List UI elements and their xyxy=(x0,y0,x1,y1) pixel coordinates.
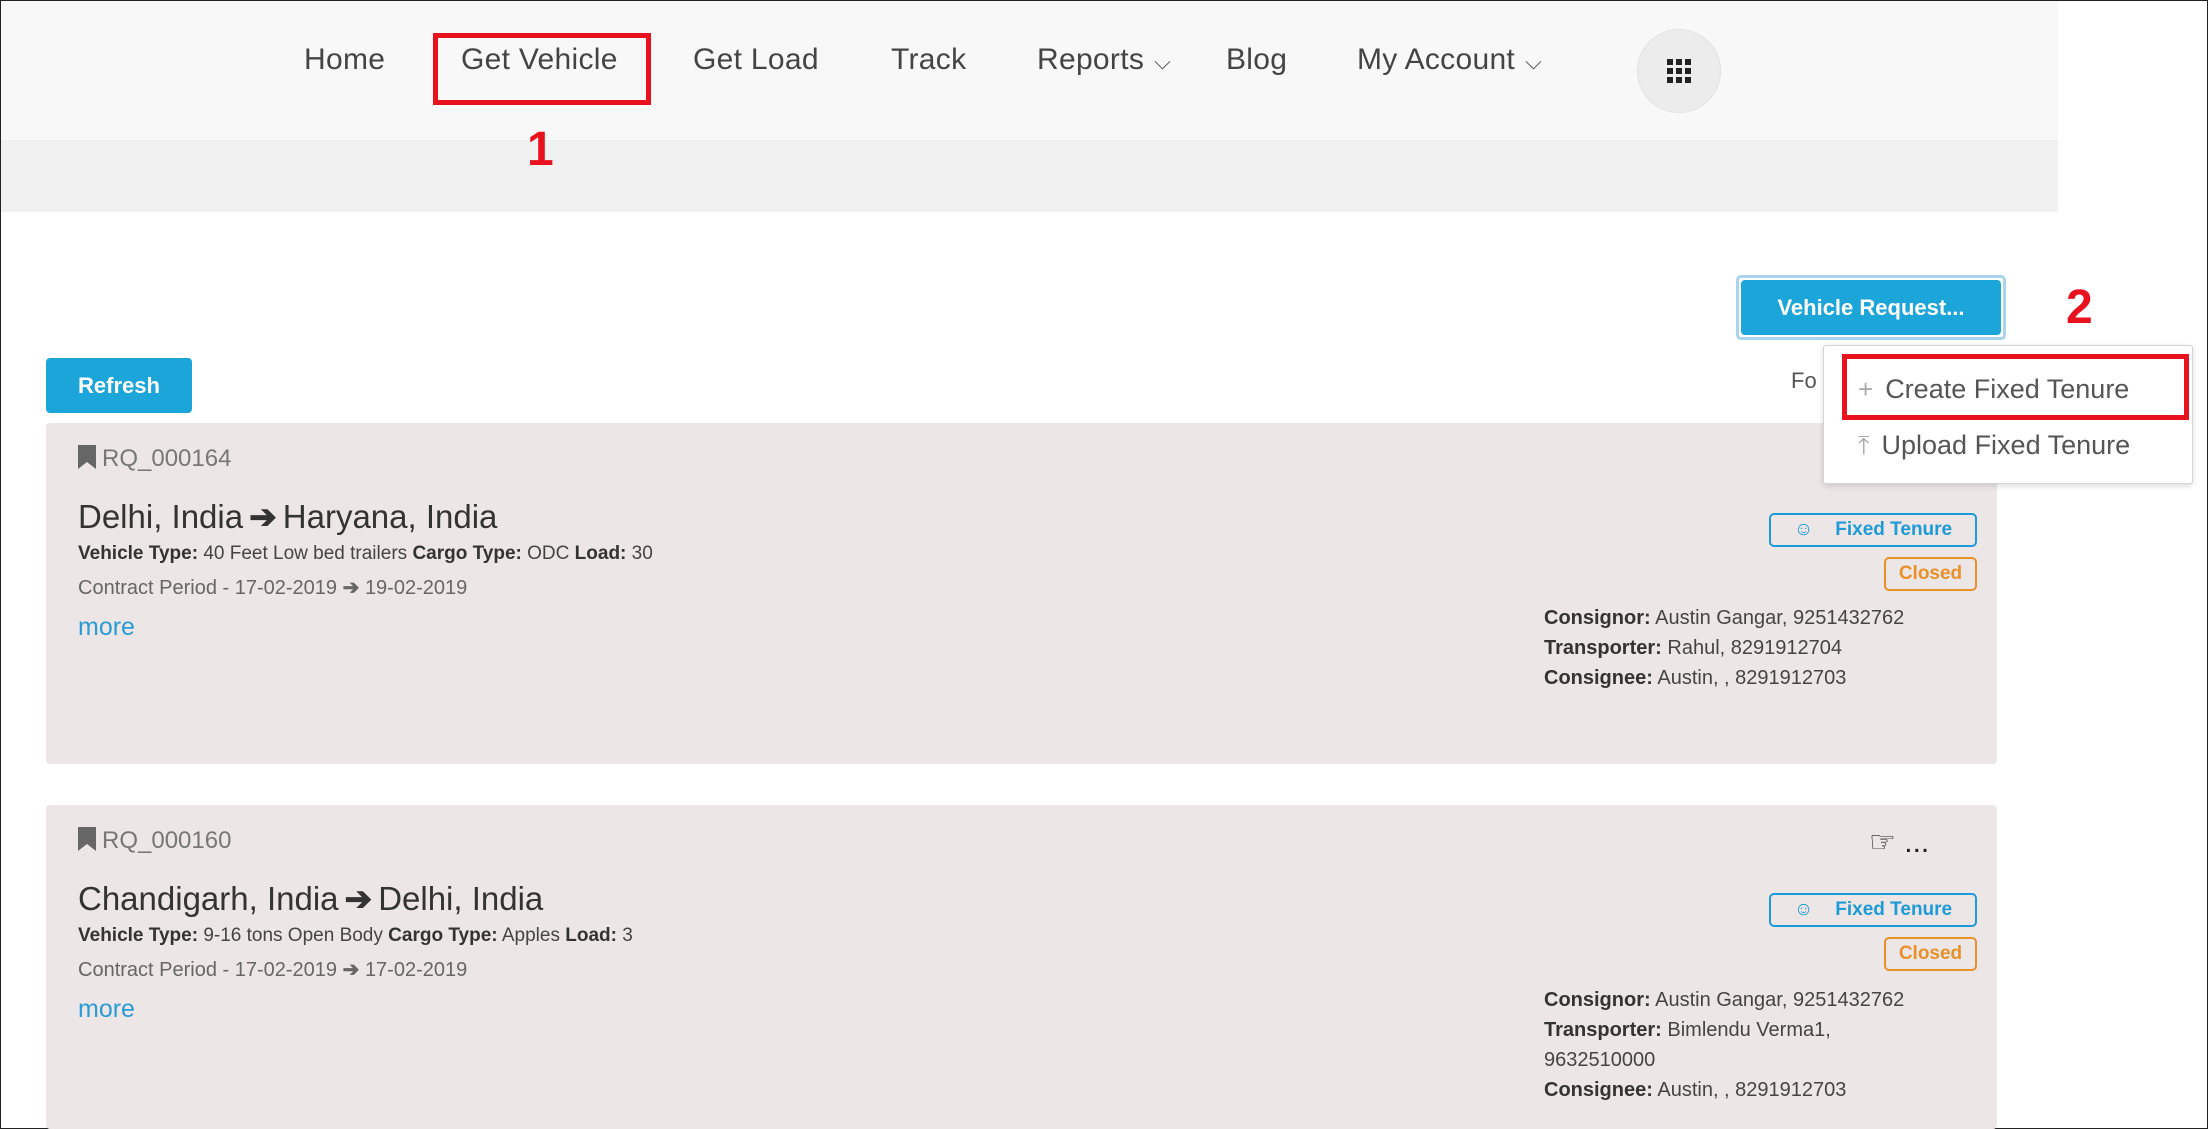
pointing-hand-icon: ☞ xyxy=(1869,826,1896,859)
contract-from: 17-02-2019 xyxy=(234,959,338,981)
arrow-right-icon: ➔ xyxy=(249,498,277,535)
transporter-value: Rahul, 8291912704 xyxy=(1667,637,1842,659)
nav-reports[interactable]: Reports ⌵ xyxy=(1037,43,1171,77)
vehicle-type-label: Vehicle Type: xyxy=(78,543,199,564)
request-card-1[interactable]: RQ_000164 Delhi, India ➔ Haryana, India Ve… xyxy=(46,423,1997,764)
cargo-type-value: ODC xyxy=(527,543,570,564)
contract-period: Contract Period - 17-02-2019 ➔ 19-02-201… xyxy=(78,575,467,600)
vehicle-details: Vehicle Type: 40 Feet Low bed trailers C… xyxy=(78,543,653,565)
consignor-line: Consignor: Austin Gangar, 9251432762 xyxy=(1544,603,1904,633)
vehicle-type-value: 40 Feet Low bed trailers xyxy=(203,543,408,564)
party-details: Consignor: Austin Gangar, 9251432762 Tra… xyxy=(1544,603,1904,693)
load-label: Load: xyxy=(565,925,617,946)
more-link[interactable]: more xyxy=(78,995,135,1024)
contract-label: Contract Period - xyxy=(78,959,230,981)
nav-my-account-label: My Account xyxy=(1357,43,1516,76)
consignor-label: Consignor: xyxy=(1544,989,1651,1011)
transporter-value: Bimlendu Verma1, xyxy=(1667,1019,1831,1041)
vehicle-details: Vehicle Type: 9-16 tons Open Body Cargo … xyxy=(78,925,633,947)
sub-header-bar xyxy=(1,140,2058,212)
vehicle-type-label: Vehicle Type: xyxy=(78,925,199,946)
nav-reports-label: Reports xyxy=(1037,43,1145,76)
actions-ellipsis: ... xyxy=(1904,826,1930,859)
request-id: RQ_000160 xyxy=(78,827,231,855)
upload-fixed-tenure-item[interactable]: ⤒ Upload Fixed Tenure xyxy=(1858,430,2130,462)
load-label: Load: xyxy=(574,543,627,564)
highlight-create-fixed-tenure xyxy=(1842,354,2189,420)
load-value: 30 xyxy=(631,543,653,564)
consignor-value: Austin Gangar, 9251432762 xyxy=(1655,607,1905,629)
bookmark-icon xyxy=(78,827,96,851)
transporter-label: Transporter: xyxy=(1544,1019,1662,1041)
bookmark-icon xyxy=(78,445,96,469)
nav-blog[interactable]: Blog xyxy=(1226,43,1287,77)
handshake-icon: ☺ xyxy=(1793,899,1814,920)
chevron-down-icon: ⌵ xyxy=(1525,49,1543,74)
route-from: Chandigarh, India xyxy=(78,880,339,917)
consignee-line: Consignee: Austin, , 8291912703 xyxy=(1544,663,1904,693)
vehicle-request-button[interactable]: Vehicle Request... xyxy=(1741,280,2001,335)
request-id: RQ_000164 xyxy=(78,445,231,473)
consignee-label: Consignee: xyxy=(1544,1079,1653,1101)
consignee-label: Consignee: xyxy=(1544,667,1653,689)
chevron-down-icon: ⌵ xyxy=(1154,49,1172,74)
consignor-value: Austin Gangar, 9251432762 xyxy=(1655,989,1905,1011)
nav-get-load[interactable]: Get Load xyxy=(693,43,819,77)
refresh-button[interactable]: Refresh xyxy=(46,358,192,413)
arrow-right-icon: ➔ xyxy=(344,880,373,917)
party-details: Consignor: Austin Gangar, 9251432762 Tra… xyxy=(1544,985,1904,1105)
consignor-line: Consignor: Austin Gangar, 9251432762 xyxy=(1544,985,1904,1015)
contract-to: 17-02-2019 xyxy=(364,959,468,981)
load-value: 3 xyxy=(622,925,633,946)
contract-period: Contract Period - 17-02-2019 ➔ 17-02-201… xyxy=(78,957,467,982)
route-to: Haryana, India xyxy=(282,498,498,535)
transporter-label: Transporter: xyxy=(1544,637,1662,659)
request-card-2[interactable]: RQ_000160 ☞ ... Chandigarh, India ➔ Delhi,… xyxy=(46,805,1997,1129)
status-badge: Closed xyxy=(1884,557,1977,591)
consignee-line: Consignee: Austin, , 8291912703 xyxy=(1544,1075,1904,1105)
route-title: Chandigarh, India ➔ Delhi, India xyxy=(78,879,543,918)
found-count-text: Fo xyxy=(1791,368,1817,393)
route-from: Delhi, India xyxy=(78,498,244,535)
transporter-line-2: 9632510000 xyxy=(1544,1045,1904,1075)
cargo-type-label: Cargo Type: xyxy=(388,925,498,946)
apps-grid-button[interactable] xyxy=(1637,29,1721,113)
arrow-right-icon: ➔ xyxy=(342,959,360,981)
more-link[interactable]: more xyxy=(78,613,135,642)
cargo-type-value: Apples xyxy=(501,925,560,946)
arrow-right-icon: ➔ xyxy=(342,577,360,599)
consignee-value: Austin, , 8291912703 xyxy=(1657,1079,1847,1101)
status-badge: Closed xyxy=(1884,937,1977,971)
nav-my-account[interactable]: My Account ⌵ xyxy=(1357,43,1542,77)
request-id-text: RQ_000164 xyxy=(102,445,232,472)
upload-icon: ⤒ xyxy=(1858,430,1870,460)
step-number-1: 1 xyxy=(527,123,554,176)
upload-fixed-tenure-label: Upload Fixed Tenure xyxy=(1881,430,2131,460)
card-actions[interactable]: ☞ ... xyxy=(1869,825,1929,860)
fixed-tenure-badge: ☺ Fixed Tenure xyxy=(1769,893,1977,927)
consignee-value: Austin, , 8291912703 xyxy=(1657,667,1847,689)
top-navbar: Home Get Vehicle Get Load Track Reports ⌵… xyxy=(1,1,2058,140)
contract-label: Contract Period - xyxy=(78,577,230,599)
consignor-label: Consignor: xyxy=(1544,607,1651,629)
grid-icon xyxy=(1667,59,1691,83)
route-title: Delhi, India ➔ Haryana, India xyxy=(78,497,497,536)
request-id-text: RQ_000160 xyxy=(102,827,232,854)
contract-from: 17-02-2019 xyxy=(234,577,338,599)
highlight-get-vehicle xyxy=(433,33,651,105)
step-number-2: 2 xyxy=(2066,281,2093,334)
cargo-type-label: Cargo Type: xyxy=(412,543,522,564)
transporter-line: Transporter: Bimlendu Verma1, xyxy=(1544,1015,1904,1045)
vehicle-type-value: 9-16 tons Open Body xyxy=(203,925,383,946)
fixed-tenure-label: Fixed Tenure xyxy=(1835,519,1953,540)
nav-track[interactable]: Track xyxy=(891,43,966,77)
transporter-phone: 9632510000 xyxy=(1544,1049,1656,1071)
handshake-icon: ☺ xyxy=(1793,519,1814,540)
route-to: Delhi, India xyxy=(378,880,544,917)
contract-to: 19-02-2019 xyxy=(364,577,468,599)
fixed-tenure-badge: ☺ Fixed Tenure xyxy=(1769,513,1977,547)
fixed-tenure-label: Fixed Tenure xyxy=(1835,899,1953,920)
nav-home[interactable]: Home xyxy=(304,43,385,77)
transporter-line: Transporter: Rahul, 8291912704 xyxy=(1544,633,1904,663)
